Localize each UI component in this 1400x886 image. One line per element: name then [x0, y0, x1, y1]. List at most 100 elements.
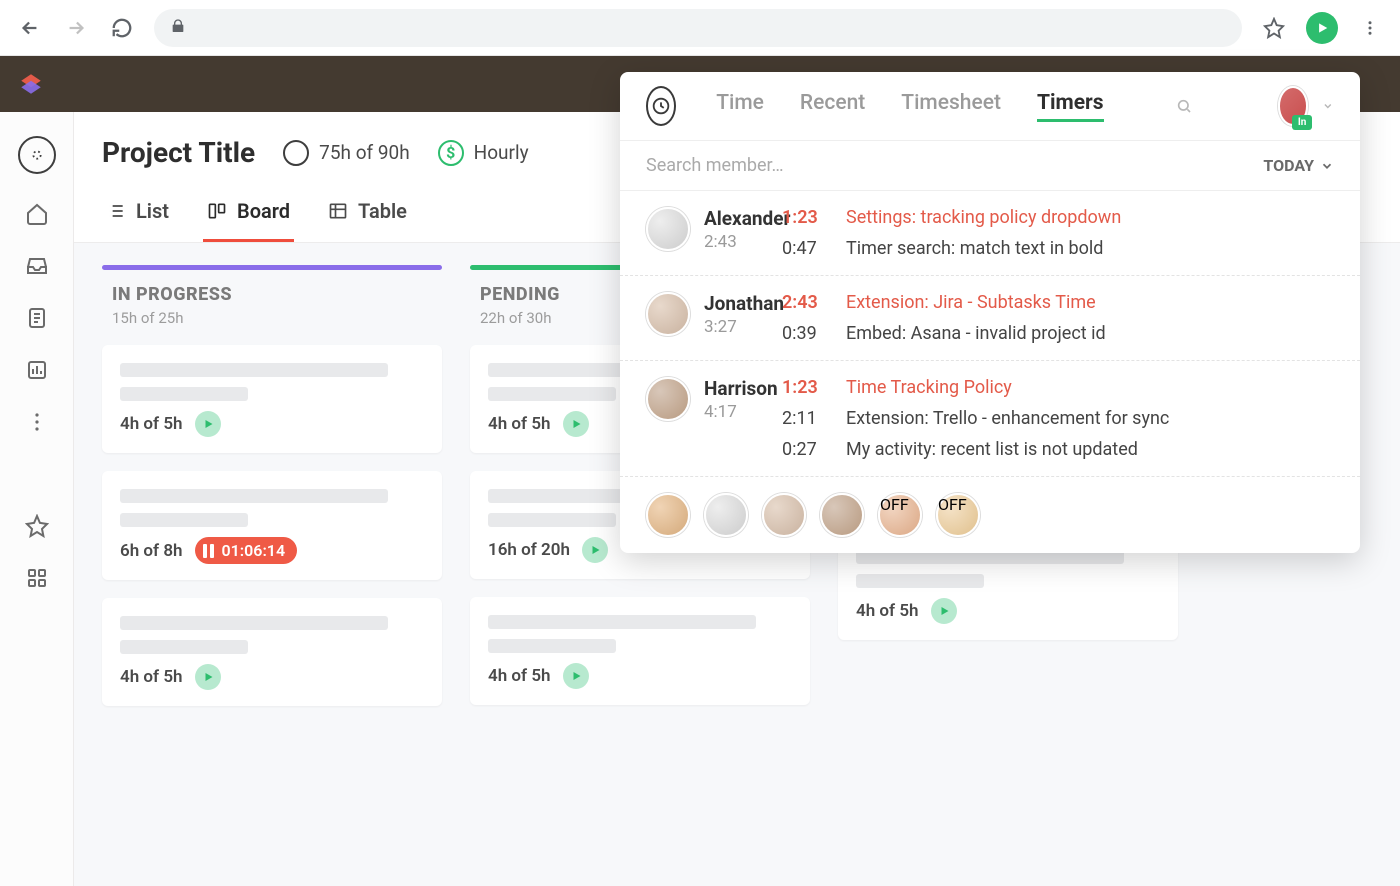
skeleton-line	[488, 639, 616, 653]
favorites-star-icon[interactable]	[25, 514, 49, 538]
skeleton-line	[120, 640, 248, 654]
skeleton-line	[120, 489, 388, 503]
task-line[interactable]: 1:23Settings: tracking policy dropdown	[782, 207, 1334, 228]
task-line[interactable]: 0:27 My activity: recent list is not upda…	[782, 439, 1334, 460]
skeleton-line	[488, 387, 616, 401]
date-filter-dropdown[interactable]: TODAY	[1263, 156, 1334, 175]
member-info: Jonathan3:27	[646, 292, 764, 344]
task-line[interactable]: 2:43 Extension: Jira - Subtasks Time	[782, 292, 1334, 313]
column-title: IN PROGRESS	[112, 284, 432, 305]
card-time: 4h of 5h	[856, 601, 919, 621]
member-avatar[interactable]	[820, 493, 864, 537]
home-icon[interactable]	[25, 202, 49, 226]
panel-avatar-strip: OFF OFF	[620, 477, 1360, 553]
play-button[interactable]	[931, 598, 957, 624]
member-avatar[interactable]	[762, 493, 806, 537]
task-card[interactable]: 4h of 5h	[102, 598, 442, 706]
task-duration: 1:23	[782, 377, 828, 398]
member-avatar[interactable]: OFF	[878, 493, 922, 537]
forward-button[interactable]	[62, 14, 90, 42]
arrow-right-icon	[65, 17, 87, 39]
chevron-down-icon	[1320, 159, 1334, 173]
search-icon[interactable]	[1176, 95, 1192, 117]
app-logo-icon	[18, 71, 44, 97]
task-title: Time Tracking Policy	[846, 377, 1012, 398]
member-tasks: 1:23 Time Tracking Policy 2:11Extension: T…	[782, 377, 1334, 460]
member-name: Harrison	[704, 377, 778, 400]
play-button[interactable]	[582, 537, 608, 563]
task-title: My activity: recent list is not updated	[846, 439, 1138, 460]
inbox-icon[interactable]	[25, 254, 49, 278]
apps-grid-icon[interactable]	[25, 566, 49, 590]
member-search-input[interactable]	[646, 155, 1059, 176]
address-bar[interactable]	[154, 9, 1242, 47]
task-line[interactable]: 0:39Embed: Asana - invalid project id	[782, 323, 1334, 344]
panel-search-row: TODAY	[620, 141, 1360, 191]
member-avatar[interactable]	[646, 377, 690, 421]
play-button[interactable]	[563, 411, 589, 437]
running-timer-pill[interactable]: 01:06:14	[195, 537, 298, 564]
member-total-time: 4:17	[704, 402, 778, 422]
member-avatar[interactable]	[646, 292, 690, 336]
skeleton-line	[856, 574, 984, 588]
panel-tab-recent[interactable]: Recent	[800, 91, 865, 122]
current-user-avatar[interactable]: In	[1278, 86, 1308, 126]
task-title: Embed: Asana - invalid project id	[846, 323, 1106, 344]
lock-icon	[170, 18, 186, 38]
member-avatar[interactable]	[646, 493, 690, 537]
panel-tab-time[interactable]: Time	[716, 91, 764, 122]
task-title: Timer search: match text in bold	[846, 238, 1103, 259]
play-button[interactable]	[195, 411, 221, 437]
play-button[interactable]	[563, 663, 589, 689]
task-line[interactable]: 0:47 Timer search: match text in bold	[782, 238, 1334, 259]
task-duration: 0:27	[782, 439, 828, 460]
panel-tab-timers[interactable]: Timers	[1037, 91, 1104, 122]
more-icon[interactable]	[25, 410, 49, 434]
tab-board[interactable]: Board	[203, 191, 294, 242]
member-row: Jonathan3:27 2:43 Extension: Jira - Subta…	[620, 276, 1360, 361]
task-title: Extension: Jira - Subtasks Time	[846, 292, 1096, 313]
sidebar-timer-icon[interactable]	[18, 136, 56, 174]
task-duration: 2:43	[782, 292, 828, 313]
panel-caret	[1306, 72, 1330, 74]
bookmark-star-button[interactable]	[1260, 14, 1288, 42]
sidebar	[0, 112, 74, 886]
browser-menu-button[interactable]	[1356, 14, 1384, 42]
panel-tab-timesheet[interactable]: Timesheet	[901, 91, 1001, 122]
reload-button[interactable]	[108, 14, 136, 42]
member-avatar[interactable]: OFF	[936, 493, 980, 537]
task-card[interactable]: 6h of 8h01:06:14	[102, 471, 442, 580]
board-column: IN PROGRESS 15h of 25h 4h of 5h 6h of 8h0…	[102, 265, 442, 864]
skeleton-line	[120, 513, 248, 527]
column-header: IN PROGRESS 15h of 25h	[102, 270, 442, 345]
play-button[interactable]	[195, 664, 221, 690]
member-total-time: 3:27	[704, 317, 784, 337]
skeleton-line	[120, 387, 248, 401]
panel-logo-icon	[646, 86, 676, 126]
board-icon	[207, 201, 227, 221]
card-time: 4h of 5h	[488, 414, 551, 434]
table-icon	[328, 201, 348, 221]
task-duration: 0:47	[782, 238, 828, 259]
tab-list[interactable]: List	[102, 191, 173, 242]
member-avatar[interactable]	[704, 493, 748, 537]
column-subtitle: 15h of 25h	[112, 309, 432, 327]
panel-tabs: Time Recent Timesheet Timers In	[620, 72, 1360, 141]
member-row: Alexander2:43 1:23Settings: tracking pol…	[620, 191, 1360, 276]
document-icon[interactable]	[25, 306, 49, 330]
member-total-time: 2:43	[704, 232, 790, 252]
extension-play-button[interactable]	[1306, 12, 1338, 44]
member-avatar[interactable]	[646, 207, 690, 251]
member-tasks: 2:43 Extension: Jira - Subtasks Time 0:39E…	[782, 292, 1334, 344]
task-line[interactable]: 1:23 Time Tracking Policy	[782, 377, 1334, 398]
back-button[interactable]	[16, 14, 44, 42]
chart-icon[interactable]	[25, 358, 49, 382]
task-card[interactable]: 4h of 5h	[470, 597, 810, 705]
member-info: Harrison4:17	[646, 377, 764, 460]
reload-icon	[111, 17, 133, 39]
tab-table[interactable]: Table	[324, 191, 411, 242]
browser-toolbar	[0, 0, 1400, 56]
task-card[interactable]: 4h of 5h	[102, 345, 442, 453]
task-line[interactable]: 2:11Extension: Trello - enhancement for …	[782, 408, 1334, 429]
chevron-down-icon[interactable]	[1322, 98, 1334, 114]
